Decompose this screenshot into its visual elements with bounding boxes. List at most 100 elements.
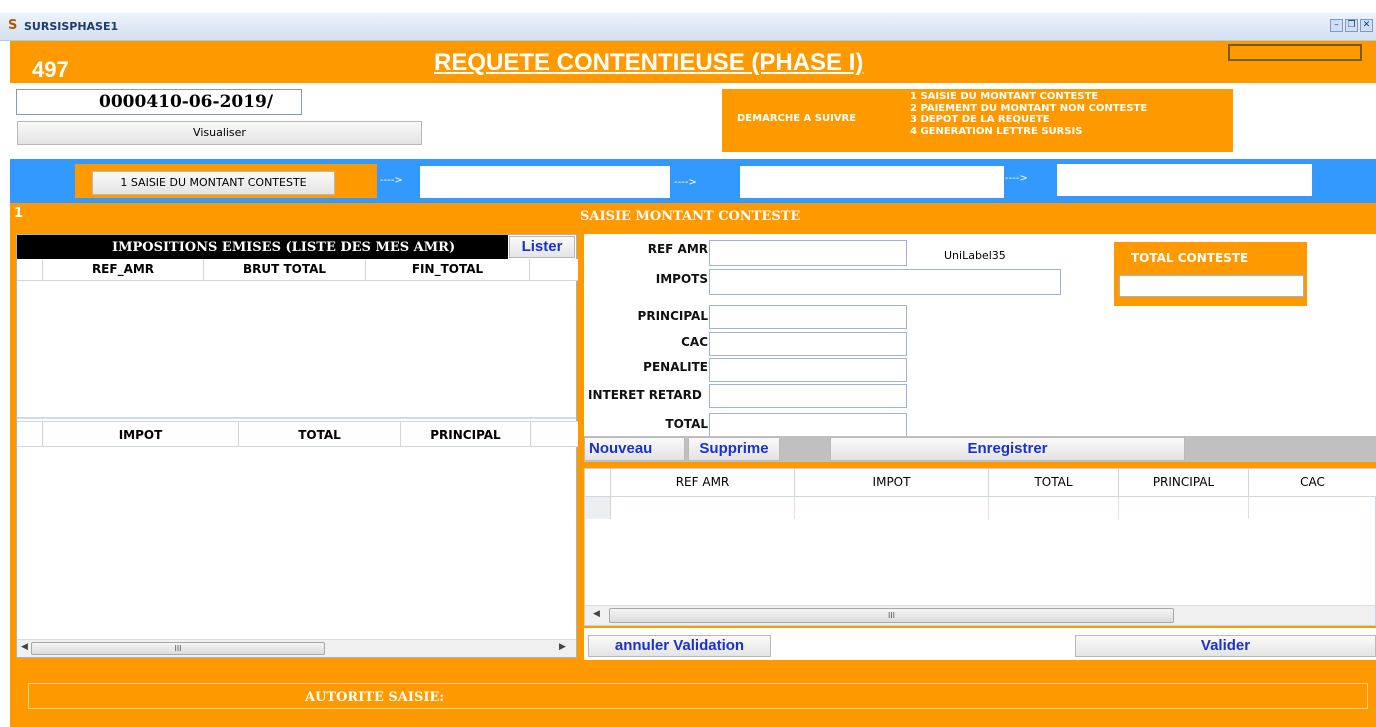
- close-icon[interactable]: ✕: [1360, 19, 1373, 32]
- imposition-title: IMPOSITIONS EMISES (LISTE DES MES AMR): [112, 240, 456, 255]
- row-divider: [794, 497, 795, 519]
- right-scroll-thumb[interactable]: III: [609, 608, 1174, 623]
- demarche-step-4: 4 GENERATION LETTRE SURSIS: [910, 125, 1083, 137]
- unilabel: UniLabel35: [944, 249, 1006, 262]
- right-grid-col-impot[interactable]: IMPOT: [795, 469, 989, 496]
- penalite-label: PENALITE: [643, 360, 708, 374]
- nouveau-button[interactable]: Nouveau: [584, 437, 685, 461]
- right-grid-row-selector[interactable]: [585, 497, 611, 519]
- grid2-rowselector-header: [17, 422, 43, 446]
- right-horizontal-scrollbar[interactable]: ◀ III: [585, 605, 1375, 625]
- ref-amr-label: REF AMR: [647, 242, 708, 256]
- right-grid-header: REF AMR IMPOT TOTAL PRINCIPAL CAC: [585, 469, 1376, 497]
- demarche-step-1: 1 SAISIE DU MONTANT CONTESTE: [910, 91, 1099, 102]
- grid1-col-brut-total[interactable]: BRUT TOTAL: [204, 259, 366, 280]
- right-grid: REF AMR IMPOT TOTAL PRINCIPAL CAC ◀ III: [584, 468, 1376, 626]
- scroll-left-arrow-icon[interactable]: ◀: [21, 642, 28, 652]
- demarche-step-2: 2 PAIEMENT DU MONTANT NON CONTESTE: [910, 102, 1148, 114]
- penalite-input[interactable]: [709, 358, 907, 382]
- section-number: 1: [14, 206, 24, 221]
- demarche-label: DEMARCHE A SUIVRE: [737, 113, 857, 124]
- grid1-rowselector-header: [17, 259, 43, 280]
- supprime-label: Supprime: [699, 440, 769, 457]
- left-panel: IMPOSITIONS EMISES (LISTE DES MES AMR) L…: [16, 234, 578, 658]
- ref-amr-input[interactable]: [709, 240, 907, 266]
- visualiser-button[interactable]: Visualiser: [17, 121, 422, 145]
- grid2-col-principal[interactable]: PRINCIPAL: [401, 422, 531, 446]
- workflow-step-1-box: 1 SAISIE DU MONTANT CONTESTE: [75, 164, 377, 198]
- grid1-body[interactable]: [17, 281, 576, 417]
- grid1-col-ref-amr[interactable]: REF_AMR: [43, 259, 204, 280]
- left-scroll-thumb-grip: III: [174, 644, 182, 653]
- grid-divider: [17, 417, 576, 419]
- workflow-step-1-button[interactable]: 1 SAISIE DU MONTANT CONTESTE: [92, 171, 335, 195]
- right-scroll-left-arrow-icon[interactable]: ◀: [593, 609, 600, 619]
- grid2-col-total[interactable]: TOTAL: [239, 422, 401, 446]
- right-grid-row[interactable]: [585, 497, 1376, 519]
- grid1-col-fin-total[interactable]: FIN_TOTAL: [366, 259, 530, 280]
- autorite-box: AUTORITE SAISIE:: [28, 683, 1368, 709]
- impots-label: IMPOTS: [655, 272, 708, 286]
- annuler-validation-button[interactable]: annuler Validation: [588, 635, 771, 657]
- enregistrer-label: Enregistrer: [967, 440, 1048, 457]
- principal-input[interactable]: [709, 305, 907, 329]
- status-box: [1228, 44, 1362, 61]
- cac-label: CAC: [681, 335, 708, 349]
- section-bar: 1 SAISIE MONTANT CONTESTE: [10, 203, 1376, 228]
- lister-button[interactable]: Lister: [509, 236, 575, 258]
- valider-button[interactable]: Valider: [1075, 635, 1376, 657]
- total-label: TOTAL: [665, 417, 708, 431]
- record-number: 497: [32, 57, 69, 82]
- workflow-arrow-2: ---->: [674, 177, 697, 188]
- workflow-step-4-box: [1057, 164, 1312, 196]
- app-icon: S: [8, 18, 18, 33]
- cac-input[interactable]: [709, 332, 907, 356]
- header-bar: 497 REQUETE CONTENTIEUSE (PHASE I): [10, 41, 1376, 83]
- scroll-right-arrow-icon[interactable]: ▶: [559, 642, 566, 652]
- right-scroll-thumb-grip: III: [887, 611, 896, 620]
- total-conteste-input[interactable]: [1119, 275, 1304, 297]
- grid2-body[interactable]: [17, 447, 576, 639]
- left-horizontal-scrollbar[interactable]: ◀ III ▶: [17, 639, 576, 657]
- valider-label: Valider: [1200, 637, 1251, 654]
- minimize-icon[interactable]: –: [1330, 19, 1343, 32]
- row-divider: [988, 497, 989, 519]
- grid2-col-impot[interactable]: IMPOT: [43, 422, 239, 446]
- workflow-step-1-label: 1 SAISIE DU MONTANT CONTESTE: [120, 176, 307, 189]
- right-grid-col-ref-amr[interactable]: REF AMR: [611, 469, 795, 496]
- enregistrer-button[interactable]: Enregistrer: [830, 437, 1185, 461]
- workflow-step-2-box: [420, 166, 670, 198]
- window-title: SURSISPHASE1: [24, 20, 119, 33]
- nouveau-label: Nouveau: [589, 440, 653, 457]
- visualiser-label: Visualiser: [193, 126, 246, 139]
- demarche-step-3: 3 DEPOT DE LA REQUETE: [910, 114, 1050, 125]
- impots-input[interactable]: [709, 269, 1061, 295]
- right-grid-col-total[interactable]: TOTAL: [989, 469, 1119, 496]
- section-title: SAISIE MONTANT CONTESTE: [580, 209, 801, 224]
- workflow-bar: 1 SAISIE DU MONTANT CONTESTE ----> ---->…: [10, 159, 1376, 203]
- imposition-title-bar: IMPOSITIONS EMISES (LISTE DES MES AMR): [17, 235, 508, 259]
- workflow-arrow-3: ---->: [1005, 173, 1028, 184]
- interet-retard-label: INTERET RETARD: [588, 388, 702, 402]
- lister-label: Lister: [521, 238, 563, 255]
- restore-icon[interactable]: ❐: [1345, 19, 1358, 32]
- demarche-box: DEMARCHE A SUIVRE 1 SAISIE DU MONTANT CO…: [722, 89, 1233, 152]
- right-grid-rowselector-header: [585, 469, 611, 496]
- principal-label: PRINCIPAL: [637, 309, 708, 323]
- row-divider: [1118, 497, 1119, 519]
- row-divider: [1248, 497, 1249, 519]
- right-grid-col-cac[interactable]: CAC: [1249, 469, 1376, 496]
- window-titlebar: S SURSISPHASE1 – ❐ ✕: [0, 13, 1376, 41]
- total-conteste-box: TOTAL CONTESTE: [1114, 242, 1307, 306]
- reference-field[interactable]: 0000410-06-2019/: [16, 89, 302, 115]
- autorite-label: AUTORITE SAISIE:: [305, 690, 445, 705]
- right-grid-col-principal[interactable]: PRINCIPAL: [1119, 469, 1249, 496]
- total-input[interactable]: [709, 413, 907, 437]
- page-title: REQUETE CONTENTIEUSE (PHASE I): [434, 49, 864, 76]
- annuler-validation-label: annuler Validation: [614, 637, 745, 654]
- grid1-header: REF_AMR BRUT TOTAL FIN_TOTAL: [17, 259, 578, 281]
- left-scroll-thumb[interactable]: III: [31, 642, 325, 655]
- supprime-button[interactable]: Supprime: [688, 437, 780, 461]
- interet-retard-input[interactable]: [709, 384, 907, 408]
- grid2-header: IMPOT TOTAL PRINCIPAL: [17, 421, 578, 447]
